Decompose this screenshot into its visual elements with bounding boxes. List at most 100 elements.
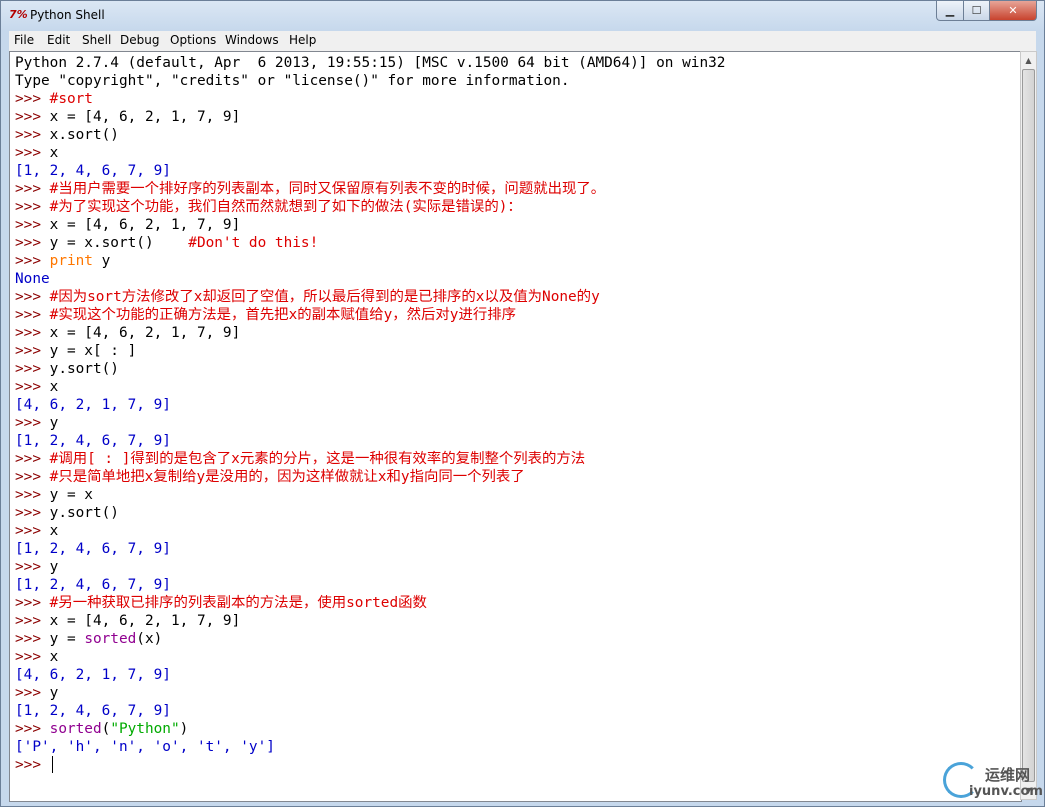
prompt: >>>: [15, 199, 50, 215]
code-comment: #Don't do this!: [188, 235, 319, 251]
menu-shell[interactable]: Shell: [82, 33, 111, 47]
shell-line: >>> x = [4, 6, 2, 1, 7, 9]: [15, 108, 240, 126]
code-comment: #调用[ : ]得到的是包含了x元素的分片，这是一种很有效率的复制整个列表的方法: [49, 451, 586, 467]
banner-line-1: Python 2.7.4 (default, Apr 6 2013, 19:55…: [15, 55, 726, 71]
shell-output: [1, 2, 4, 6, 7, 9]: [15, 703, 171, 719]
code-input: y = x[ : ]: [49, 343, 137, 359]
shell-output: [4, 6, 2, 1, 7, 9]: [15, 667, 171, 683]
shell-line: >>> #调用[ : ]得到的是包含了x元素的分片，这是一种很有效率的复制整个列…: [15, 450, 585, 468]
shell-line: >>> x = [4, 6, 2, 1, 7, 9]: [15, 216, 240, 234]
shell-output: [1, 2, 4, 6, 7, 9]: [15, 541, 171, 557]
code-input: (: [101, 721, 111, 737]
shell-line: >>> #因为sort方法修改了x却返回了空值，所以最后得到的是已排序的x以及值…: [15, 288, 600, 306]
shell-line: >>> #只是简单地把x复制给y是没用的，因为这样做就让x和y指向同一个列表了: [15, 468, 525, 486]
code-input: x = [4, 6, 2, 1, 7, 9]: [49, 109, 241, 125]
title-bar[interactable]: 7% Python Shell ▁ ☐ ✕: [1, 1, 1044, 31]
menu-bar: File Edit Shell Debug Options Windows He…: [9, 31, 1036, 52]
code-builtin: sorted: [49, 721, 102, 737]
shell-text-area[interactable]: Python 2.7.4 (default, Apr 6 2013, 19:55…: [9, 51, 1022, 802]
idle-app-icon: 7%: [9, 8, 28, 21]
shell-output: [1, 2, 4, 6, 7, 9]: [15, 433, 171, 449]
code-input: x: [49, 145, 59, 161]
code-comment: #只是简单地把x复制给y是没用的，因为这样做就让x和y指向同一个列表了: [49, 469, 525, 485]
banner-line-2: Type "copyright", "credits" or "license(…: [15, 73, 570, 89]
code-comment: #实现这个功能的正确方法是，首先把x的副本赋值给y，然后对y进行排序: [49, 307, 517, 323]
vertical-scrollbar[interactable]: ▲ ▼: [1020, 51, 1037, 800]
menu-file[interactable]: File: [14, 33, 34, 47]
code-input: x = [4, 6, 2, 1, 7, 9]: [49, 613, 241, 629]
python-shell-window: 7% Python Shell ▁ ☐ ✕ File Edit Shell De…: [0, 0, 1045, 807]
shell-line: >>> y: [15, 558, 58, 576]
prompt: >>>: [15, 631, 50, 647]
close-button[interactable]: ✕: [989, 1, 1037, 21]
prompt: >>>: [15, 469, 50, 485]
shell-line: >>> x: [15, 648, 58, 666]
maximize-button[interactable]: ☐: [963, 1, 990, 21]
shell-line: >>> print y: [15, 252, 110, 270]
code-comment: #另一种获取已排序的列表副本的方法是，使用sorted函数: [49, 595, 427, 611]
prompt: >>>: [15, 451, 50, 467]
scrollbar-thumb[interactable]: [1022, 69, 1035, 782]
prompt: >>>: [15, 559, 50, 575]
shell-line: >>> x: [15, 378, 58, 396]
window-title: Python Shell: [30, 8, 105, 22]
shell-line: >>> x = [4, 6, 2, 1, 7, 9]: [15, 612, 240, 630]
prompt: >>>: [15, 415, 50, 431]
menu-debug[interactable]: Debug: [120, 33, 159, 47]
code-comment: #当用户需要一个排好序的列表副本，同时又保留原有列表不变的时候，问题就出现了。: [49, 181, 606, 197]
prompt: >>>: [15, 649, 50, 665]
menu-windows[interactable]: Windows: [225, 33, 279, 47]
scroll-up-arrow-icon[interactable]: ▲: [1021, 52, 1036, 69]
shell-line: >>> y = x.sort() #Don't do this!: [15, 234, 318, 252]
code-input: x = [4, 6, 2, 1, 7, 9]: [49, 325, 241, 341]
code-input: x = [4, 6, 2, 1, 7, 9]: [49, 217, 241, 233]
code-input: y.sort(): [49, 505, 119, 521]
code-keyword: print: [49, 253, 93, 269]
prompt: >>>: [15, 523, 50, 539]
code-input: x.sort(): [49, 127, 119, 143]
active-prompt-line[interactable]: >>>: [15, 756, 53, 774]
shell-line: >>> sorted("Python"): [15, 720, 188, 738]
code-input: y = x: [49, 487, 93, 503]
prompt: >>>: [15, 235, 50, 251]
code-input: x: [49, 649, 59, 665]
menu-help[interactable]: Help: [289, 33, 316, 47]
shell-line: >>> y.sort(): [15, 360, 119, 378]
prompt: >>>: [15, 595, 50, 611]
code-comment: #因为sort方法修改了x却返回了空值，所以最后得到的是已排序的x以及值为Non…: [49, 289, 600, 305]
shell-line: >>> y.sort(): [15, 504, 119, 522]
prompt: >>>: [15, 487, 50, 503]
prompt: >>>: [15, 307, 50, 323]
shell-line: >>> #为了实现这个功能，我们自然而然就想到了如下的做法(实际是错误的)：: [15, 198, 522, 216]
minimize-button[interactable]: ▁: [936, 1, 964, 21]
shell-output: [4, 6, 2, 1, 7, 9]: [15, 397, 171, 413]
shell-line: >>> y = x[ : ]: [15, 342, 136, 360]
prompt: >>>: [15, 181, 50, 197]
shell-line: >>> #sort: [15, 90, 93, 108]
prompt: >>>: [15, 613, 50, 629]
code-input: y: [49, 685, 59, 701]
shell-output: [1, 2, 4, 6, 7, 9]: [15, 163, 171, 179]
prompt: >>>: [15, 217, 50, 233]
prompt: >>>: [15, 685, 50, 701]
shell-line: >>> y: [15, 684, 58, 702]
prompt: >>>: [15, 325, 50, 341]
prompt: >>>: [15, 361, 50, 377]
code-comment: #sort: [49, 91, 93, 107]
shell-line: >>> y = x: [15, 486, 93, 504]
code-input: (x): [136, 631, 163, 647]
code-input: x: [49, 379, 59, 395]
prompt: >>>: [15, 343, 50, 359]
shell-line: >>> x: [15, 522, 58, 540]
site-watermark: 运维网 iyunv.com: [941, 760, 1043, 804]
prompt: >>>: [15, 721, 50, 737]
shell-output: None: [15, 271, 50, 287]
watermark-text-cn: 运维网: [985, 766, 1031, 784]
menu-edit[interactable]: Edit: [47, 33, 70, 47]
shell-line: >>> x: [15, 144, 58, 162]
shell-line: >>> x.sort(): [15, 126, 119, 144]
menu-options[interactable]: Options: [170, 33, 216, 47]
prompt: >>>: [15, 91, 50, 107]
shell-output: [1, 2, 4, 6, 7, 9]: [15, 577, 171, 593]
code-string: "Python": [110, 721, 180, 737]
